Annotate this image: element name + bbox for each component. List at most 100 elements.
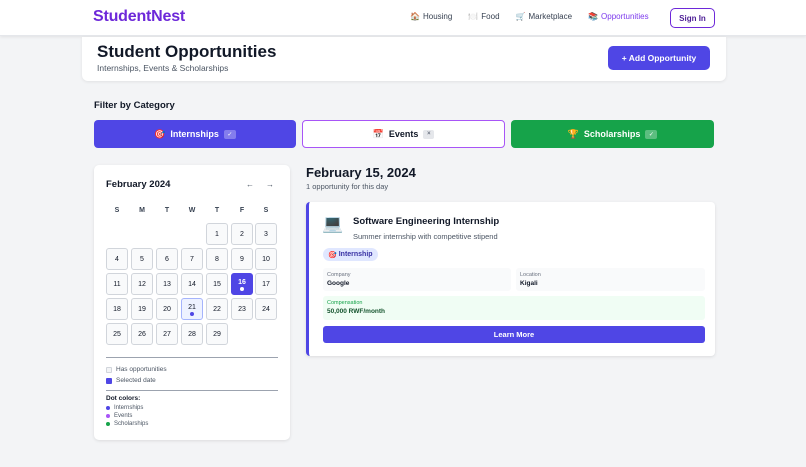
dot-icon — [106, 406, 110, 410]
close-icon: × — [423, 129, 435, 139]
weekday-header: F — [239, 207, 245, 214]
books-icon: 📚 — [588, 12, 599, 21]
legend-label: Selected date — [116, 377, 156, 384]
arrow-right-icon[interactable]: → — [266, 180, 274, 189]
calendar-day-number: 21 — [188, 303, 196, 311]
calendar-day[interactable]: 26 — [131, 323, 153, 345]
calendar-day[interactable]: 25 — [106, 323, 128, 345]
calendar-day[interactable]: 21 — [181, 298, 203, 320]
calendar-day[interactable]: 11 — [106, 273, 128, 295]
dot-legend-internships: Internships — [106, 405, 143, 411]
calendar-day-number: 11 — [113, 280, 121, 288]
calendar-day[interactable]: 8 — [206, 248, 228, 270]
calendar-day[interactable]: 17 — [255, 273, 277, 295]
nav-link-label: Housing — [422, 12, 453, 21]
calendar-icon: 📅 — [372, 128, 384, 139]
nav-links: 🏠 Housing 🍽️ Food 🛒 Marketplace 📚 Opport… — [410, 12, 649, 21]
page-header: Student Opportunities Internships, Event… — [82, 37, 726, 81]
calendar-day-number: 10 — [262, 255, 270, 263]
learn-more-button[interactable]: Learn More — [323, 326, 705, 343]
filter-scholarships-button[interactable]: 🏆 Scholarships ✓ — [511, 120, 714, 148]
calendar-day[interactable]: 18 — [106, 298, 128, 320]
opportunity-count: 1 opportunity for this day — [306, 182, 389, 191]
compensation-box: Compensation 50,000 RWF/month — [323, 296, 705, 320]
legend-box — [106, 377, 112, 384]
calendar-day-number: 4 — [115, 255, 119, 263]
plate-icon: 🍽️ — [468, 12, 479, 21]
weekday-header: M — [139, 207, 145, 214]
sign-in-button[interactable]: Sign In — [670, 8, 715, 28]
calendar-day-number: 9 — [240, 255, 244, 263]
location-label: Location — [520, 272, 541, 278]
calendar-day[interactable]: 29 — [206, 323, 228, 345]
weekday-header: T — [164, 207, 170, 214]
nav-link-housing[interactable]: 🏠 Housing — [410, 12, 452, 21]
calendar-day[interactable]: 2 — [231, 223, 253, 245]
calendar-day[interactable]: 19 — [131, 298, 153, 320]
calendar-day-number: 19 — [138, 305, 146, 313]
badge-label: Internship — [338, 251, 373, 258]
dot-legend-events: Events — [106, 413, 132, 419]
calendar-card: February 2024 ← → SMTWTFS 1 2 3 4 5 6 7 8 9 10 11 1… — [94, 165, 290, 440]
calendar-day[interactable]: 12 — [131, 273, 153, 295]
calendar-month: February 2024 — [106, 179, 171, 190]
nav-link-label: Food — [481, 12, 500, 21]
calendar-day[interactable]: 20 — [156, 298, 178, 320]
dot-label: Scholarships — [114, 421, 149, 427]
calendar-day-number: 18 — [113, 305, 121, 313]
calendar-day[interactable]: 7 — [181, 248, 203, 270]
calendar-day[interactable]: 4 — [106, 248, 128, 270]
calendar-day[interactable]: 10 — [255, 248, 277, 270]
calendar-day[interactable]: 15 — [206, 273, 228, 295]
calendar-day[interactable]: 3 — [255, 223, 277, 245]
add-opportunity-button[interactable]: + Add Opportunity — [608, 46, 710, 70]
nav-link-food[interactable]: 🍽️ Food — [468, 12, 499, 21]
divider — [106, 357, 278, 358]
weekday-header: S — [114, 207, 120, 214]
target-icon: 🎯 — [328, 251, 337, 259]
weekday-header: W — [188, 207, 196, 214]
calendar-day[interactable]: 16 — [231, 273, 253, 295]
calendar-day[interactable]: 22 — [206, 298, 228, 320]
filter-events-button[interactable]: 📅 Events × — [302, 120, 505, 148]
calendar-day[interactable]: 9 — [231, 248, 253, 270]
filter-internships-button[interactable]: 🎯 Internships ✓ — [94, 120, 296, 148]
calendar-day[interactable]: 28 — [181, 323, 203, 345]
calendar-day[interactable]: 24 — [255, 298, 277, 320]
calendar-day-number: 28 — [188, 330, 196, 338]
dot-icon — [106, 414, 110, 418]
dot-label: Internships — [114, 405, 144, 411]
filter-label: Scholarships — [583, 129, 641, 139]
calendar-day-number: 26 — [138, 330, 146, 338]
location-box: Location Kigali — [516, 268, 705, 291]
legend-box — [106, 366, 112, 373]
brand-logo[interactable]: StudentNest — [93, 8, 185, 26]
company-value: Google — [327, 280, 350, 287]
calendar-day[interactable]: 13 — [156, 273, 178, 295]
nav-link-opportunities[interactable]: 📚 Opportunities — [588, 12, 649, 21]
compensation-value: 50,000 RWF/month — [327, 308, 386, 315]
calendar-day[interactable]: 23 — [231, 298, 253, 320]
calendar-day[interactable]: 6 — [156, 248, 178, 270]
calendar-day-number: 5 — [140, 255, 144, 263]
calendar-day-number: 23 — [238, 305, 246, 313]
calendar-day[interactable]: 14 — [181, 273, 203, 295]
page-title: Student Opportunities — [97, 42, 277, 61]
selected-date-title: February 15, 2024 — [306, 165, 416, 180]
calendar-day-number: 8 — [215, 255, 219, 263]
nav-link-label: Marketplace — [528, 12, 573, 21]
calendar-day-number: 20 — [163, 305, 171, 313]
arrow-left-icon[interactable]: ← — [246, 180, 254, 189]
nav-link-marketplace[interactable]: 🛒 Marketplace — [516, 12, 573, 21]
weekday-header: T — [214, 207, 220, 214]
page-subtitle: Internships, Events & Scholarships — [97, 63, 229, 73]
top-navbar: StudentNest 🏠 Housing 🍽️ Food 🛒 Marketpl… — [0, 0, 806, 36]
check-icon: ✓ — [645, 129, 658, 139]
calendar-day[interactable]: 1 — [206, 223, 228, 245]
calendar-day[interactable]: 27 — [156, 323, 178, 345]
opportunity-dot — [190, 312, 194, 316]
opportunity-title: Software Engineering Internship — [353, 216, 500, 227]
calendar-day-number: 3 — [264, 230, 268, 238]
check-icon: ✓ — [223, 129, 236, 139]
calendar-day[interactable]: 5 — [131, 248, 153, 270]
